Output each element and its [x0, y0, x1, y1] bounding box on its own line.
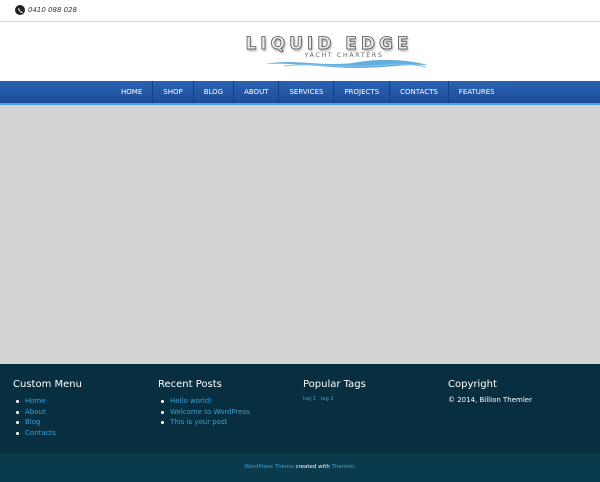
- bottom-bar: WordPress Theme created with Themler.: [0, 453, 600, 482]
- nav-item-contacts[interactable]: CONTACTS: [389, 81, 448, 103]
- nav-item-features[interactable]: FEATURES: [447, 81, 505, 103]
- menu-link-home[interactable]: Home: [13, 396, 82, 407]
- nav-item-services[interactable]: SERVICES: [278, 81, 333, 103]
- nav-item-about[interactable]: ABOUT: [233, 81, 278, 103]
- nav-item-blog[interactable]: BLOG: [192, 81, 233, 103]
- footer-recent-posts: Recent Posts Hello world! Welcome to Wor…: [158, 379, 250, 428]
- menu-link-about[interactable]: About: [13, 407, 82, 418]
- popular-tags-title: Popular Tags: [303, 379, 366, 390]
- footer-copyright: Copyright © 2014, Billion Themler: [448, 379, 532, 404]
- recent-posts-title: Recent Posts: [158, 379, 222, 390]
- recent-post-link[interactable]: This is your post: [158, 417, 250, 428]
- credits-period: .: [353, 464, 356, 470]
- menu-link-contacts[interactable]: Contacts: [13, 428, 82, 439]
- tag-link[interactable]: tag 2: [321, 396, 334, 402]
- main-content-area: [0, 105, 600, 364]
- recent-post-link[interactable]: Welcome to WordPress: [158, 407, 250, 418]
- nav-item-projects[interactable]: PROJECTS: [333, 81, 389, 103]
- created-with-text: created with: [293, 464, 332, 470]
- credits-text: WordPress Theme created with Themler.: [0, 464, 600, 470]
- wave-icon: [266, 59, 428, 68]
- site-logo[interactable]: LIQUID EDGE YACHT CHARTERS: [228, 34, 430, 74]
- copyright-text: © 2014, Billion Themler: [448, 396, 532, 404]
- custom-menu-title: Custom Menu: [13, 379, 82, 390]
- footer-popular-tags: Popular Tags tag 1 tag 2: [303, 379, 366, 402]
- top-bar: 0410 088 028: [0, 0, 600, 22]
- recent-post-link[interactable]: Hello world!: [158, 396, 250, 407]
- phone-contact: 0410 088 028: [15, 5, 77, 15]
- copyright-title: Copyright: [448, 379, 497, 390]
- nav-item-shop[interactable]: SHOP: [152, 81, 192, 103]
- nav-item-home[interactable]: HOME: [111, 81, 152, 103]
- tag-link[interactable]: tag 1: [303, 396, 316, 402]
- wordpress-theme-link[interactable]: WordPress Theme: [244, 464, 293, 470]
- menu-link-blog[interactable]: Blog: [13, 417, 82, 428]
- phone-icon: [15, 5, 25, 15]
- phone-number[interactable]: 0410 088 028: [28, 6, 77, 14]
- footer: Custom Menu Home About Blog Contacts Rec…: [0, 364, 600, 453]
- footer-custom-menu: Custom Menu Home About Blog Contacts: [13, 379, 82, 438]
- themler-link[interactable]: Themler: [332, 464, 354, 470]
- site-header: LIQUID EDGE YACHT CHARTERS: [0, 22, 600, 81]
- main-navigation: HOME SHOP BLOG ABOUT SERVICES PROJECTS C…: [0, 81, 600, 105]
